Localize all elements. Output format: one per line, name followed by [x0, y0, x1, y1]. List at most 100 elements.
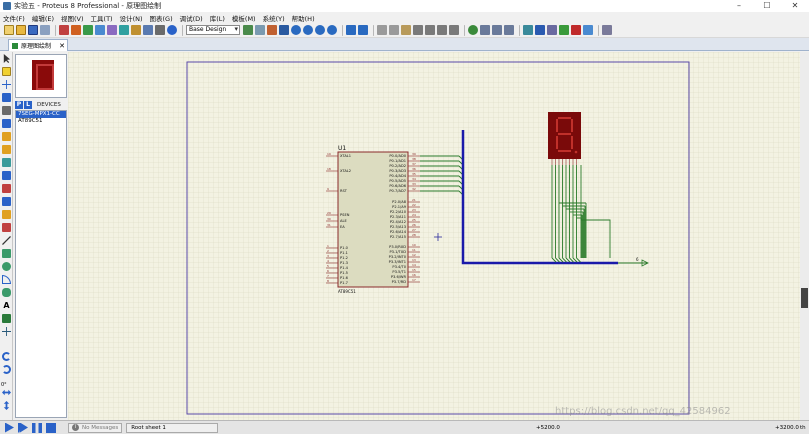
decompose-icon[interactable]: [504, 25, 514, 35]
messages-indicator[interactable]: i No Messages: [68, 422, 123, 433]
home-icon[interactable]: [59, 25, 69, 35]
menu-view[interactable]: 视图(V): [61, 13, 84, 23]
pcb-layout-icon[interactable]: [83, 25, 93, 35]
design-variant-dropdown[interactable]: Base Design: [186, 25, 240, 35]
device-list-item[interactable]: 7SEG-MPX1-CC: [16, 111, 66, 118]
block-rotate-icon[interactable]: [437, 25, 447, 35]
new-sheet-icon[interactable]: [559, 25, 569, 35]
origin-icon[interactable]: [267, 25, 277, 35]
scrollbar-thumb[interactable]: [801, 288, 808, 308]
bill-of-materials-icon[interactable]: [131, 25, 141, 35]
make-device-icon[interactable]: [480, 25, 490, 35]
arc-tool-icon[interactable]: [2, 275, 11, 284]
generator-mode-icon[interactable]: [2, 197, 11, 206]
tab-close-icon[interactable]: ✕: [59, 42, 65, 50]
menu-debug[interactable]: 调试(D): [180, 13, 203, 23]
maximize-button[interactable]: ☐: [753, 0, 781, 12]
rotate-anticlockwise-icon[interactable]: [2, 365, 11, 374]
menu-tools[interactable]: 工具(T): [91, 13, 113, 23]
schematic-capture-icon[interactable]: [71, 25, 81, 35]
path-tool-icon[interactable]: [2, 288, 11, 297]
menu-library[interactable]: 库(L): [210, 13, 225, 23]
menu-design[interactable]: 设计(N): [120, 13, 143, 23]
remove-sheet-icon[interactable]: [571, 25, 581, 35]
mirror-vertical-icon[interactable]: [3, 401, 10, 410]
cut-icon[interactable]: [377, 25, 387, 35]
marker-tool-icon[interactable]: [2, 327, 11, 336]
junction-dot-mode-icon[interactable]: [2, 80, 11, 89]
grid-toggle-icon[interactable]: [255, 25, 265, 35]
schematic-canvas[interactable]: U1 AT89C51 19 XTAL118 XTAL29 RST29 PSEN30 ALE…: [68, 52, 800, 420]
new-file-icon[interactable]: [4, 25, 14, 35]
voltage-probe-mode-icon[interactable]: [2, 210, 11, 219]
open-folder-icon[interactable]: [16, 25, 26, 35]
zoom-all-icon[interactable]: [315, 25, 325, 35]
library-manager-button[interactable]: L: [24, 100, 32, 109]
subcircuit-mode-icon[interactable]: [2, 132, 11, 141]
minimize-button[interactable]: –: [725, 0, 753, 12]
terminals-mode-icon[interactable]: [2, 145, 11, 154]
pan-icon[interactable]: [279, 25, 289, 35]
close-button[interactable]: ✕: [781, 0, 809, 12]
rotation-angle-field[interactable]: 0°: [1, 382, 7, 388]
menu-edit[interactable]: 编辑(E): [32, 13, 54, 23]
menu-graph[interactable]: 图表(G): [150, 13, 173, 23]
save-icon[interactable]: [28, 25, 38, 35]
menu-template[interactable]: 模板(M): [232, 13, 256, 23]
virtual-instruments-mode-icon[interactable]: [2, 223, 11, 232]
symbol-tool-icon[interactable]: [2, 314, 11, 323]
design-explorer-icon[interactable]: [119, 25, 129, 35]
pick-devices-button[interactable]: P: [15, 100, 23, 109]
source-code-icon[interactable]: [143, 25, 153, 35]
circle-tool-icon[interactable]: [2, 262, 11, 271]
3d-viewer-icon[interactable]: [95, 25, 105, 35]
zoom-in-icon[interactable]: [291, 25, 301, 35]
rotate-clockwise-icon[interactable]: [2, 352, 11, 361]
device-pins-mode-icon[interactable]: [2, 158, 11, 167]
seven-segment-preview-icon: [32, 60, 54, 90]
zoom-area-icon[interactable]: [327, 25, 337, 35]
selection-mode-icon[interactable]: [3, 54, 11, 63]
text-script-mode-icon[interactable]: [2, 106, 11, 115]
tape-recorder-mode-icon[interactable]: [2, 184, 11, 193]
paste-icon[interactable]: [401, 25, 411, 35]
help-icon[interactable]: [167, 25, 177, 35]
menu-help[interactable]: 帮助(H): [292, 13, 315, 23]
zoom-out-icon[interactable]: [303, 25, 313, 35]
packaging-tool-icon[interactable]: [492, 25, 502, 35]
text-tool-icon[interactable]: A: [2, 301, 11, 310]
wire-label-mode-icon[interactable]: [2, 93, 11, 102]
refresh-icon[interactable]: [243, 25, 253, 35]
gerber-viewer-icon[interactable]: [107, 25, 117, 35]
component-mode-icon[interactable]: [2, 67, 11, 76]
undo-icon[interactable]: [346, 25, 356, 35]
line-tool-icon[interactable]: [2, 236, 11, 245]
mirror-horizontal-icon[interactable]: [2, 389, 11, 396]
device-list-item[interactable]: AT89C51: [16, 118, 66, 125]
wire-autorouter-icon[interactable]: [523, 25, 533, 35]
library-icon[interactable]: [155, 25, 165, 35]
box-tool-icon[interactable]: [2, 249, 11, 258]
menu-system[interactable]: 系统(Y): [263, 13, 285, 23]
copy-icon[interactable]: [389, 25, 399, 35]
menu-file[interactable]: 文件(F): [3, 13, 25, 23]
electrical-rule-check-icon[interactable]: [602, 25, 612, 35]
property-assignment-icon[interactable]: [547, 25, 557, 35]
block-move-icon[interactable]: [425, 25, 435, 35]
chip-pin-number: 14: [412, 263, 416, 267]
pause-icon[interactable]: [32, 422, 42, 433]
search-tag-icon[interactable]: [535, 25, 545, 35]
stop-icon[interactable]: [46, 422, 56, 433]
redo-icon[interactable]: [358, 25, 368, 35]
vertical-scrollbar[interactable]: [800, 52, 809, 420]
block-delete-icon[interactable]: [449, 25, 459, 35]
graph-mode-icon[interactable]: [2, 171, 11, 180]
buses-mode-icon[interactable]: [2, 119, 11, 128]
exit-to-parent-icon[interactable]: [583, 25, 593, 35]
play-icon[interactable]: [5, 422, 14, 433]
block-copy-icon[interactable]: [413, 25, 423, 35]
close-project-icon[interactable]: [40, 25, 50, 35]
tab-schematic-capture[interactable]: 原理图绘制 ✕: [8, 39, 68, 51]
step-icon[interactable]: [18, 422, 28, 433]
pick-device-icon[interactable]: [468, 25, 478, 35]
